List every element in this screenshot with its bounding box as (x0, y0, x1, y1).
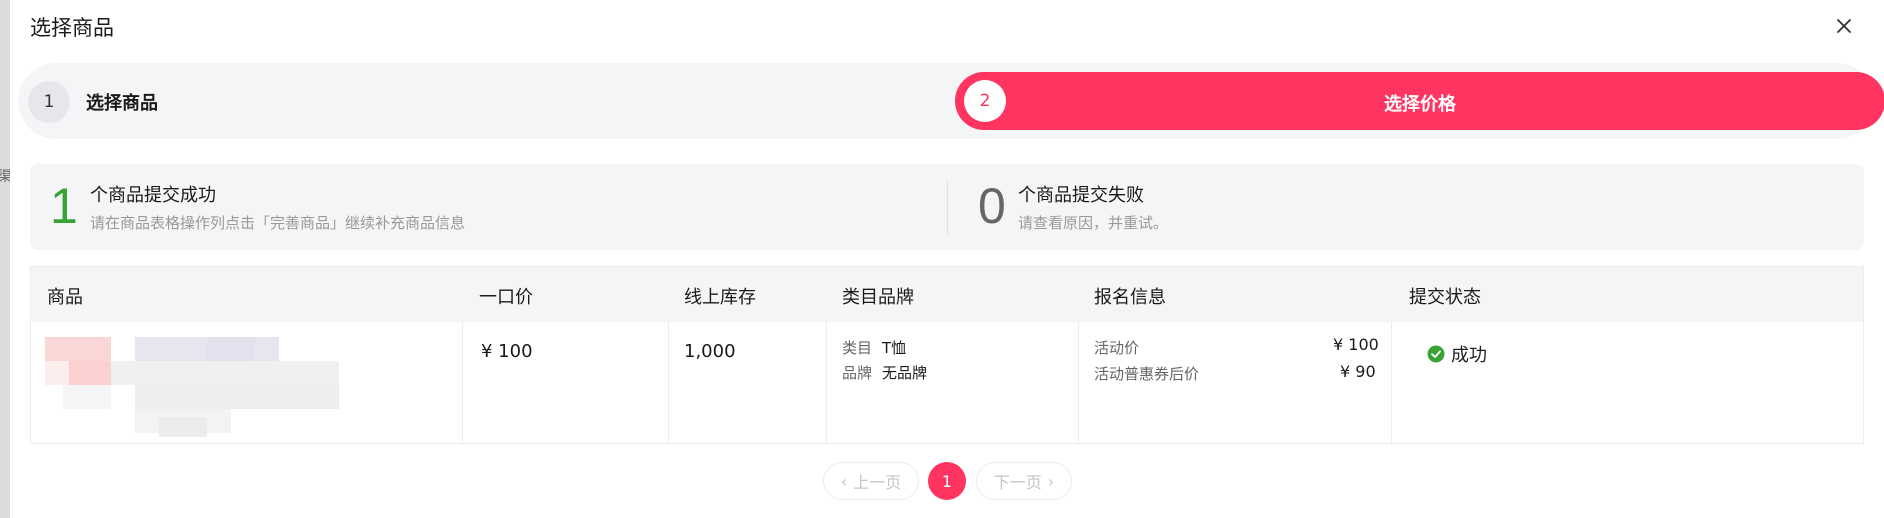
column-divider (1391, 322, 1392, 444)
failure-count: 0 (978, 178, 1006, 234)
activity-price-value: ¥ 100 (1333, 335, 1379, 354)
step-label: 选择价格 (1384, 94, 1456, 115)
background-overlay: 渠 (0, 0, 12, 518)
success-count: 1 (50, 178, 78, 234)
product-thumbnail (45, 337, 355, 441)
success-title: 个商品提交成功 (90, 185, 216, 206)
close-button[interactable] (1831, 13, 1857, 39)
header-stock: 线上库存 (684, 287, 756, 308)
step-number: 1 (28, 81, 70, 123)
page-1-button[interactable]: 1 (928, 462, 966, 500)
chevron-right-icon: › (1047, 471, 1055, 491)
check-circle-icon (1427, 345, 1445, 363)
stock-value: 1,000 (684, 341, 736, 362)
coupon-price-label: 活动普惠券后价 (1094, 365, 1200, 383)
success-subtitle: 请在商品表格操作列点击「完善商品」继续补充商品信息 (90, 214, 466, 232)
column-divider (826, 322, 827, 444)
column-divider (462, 322, 463, 444)
category-value: T恤 (882, 339, 907, 357)
step-select-product: 1 选择商品 (28, 81, 158, 123)
brand-value: 无品牌 (882, 364, 928, 382)
header-category-brand: 类目品牌 (842, 287, 914, 308)
submit-status: 成功 (1427, 341, 1487, 367)
close-icon (1837, 19, 1851, 33)
step-label: 选择商品 (86, 93, 158, 114)
summary-divider (947, 180, 948, 234)
product-table: 商品 一口价 线上库存 类目品牌 报名信息 提交状态 ¥ 100 1,000 类… (30, 266, 1864, 444)
category-label: 类目 (842, 339, 873, 357)
prev-page-button[interactable]: ‹ 上一页 (823, 462, 919, 500)
brand-label: 品牌 (842, 364, 873, 382)
next-page-label: 下一页 (993, 473, 1042, 492)
header-product: 商品 (47, 287, 83, 308)
activity-price-label: 活动价 (1094, 339, 1140, 357)
header-signup-info: 报名信息 (1094, 287, 1166, 308)
step-indicator: 1 选择商品 2 选择价格 (18, 63, 1884, 139)
submit-summary: 1 个商品提交成功 请在商品表格操作列点击「完善商品」继续补充商品信息 0 个商… (30, 164, 1864, 250)
prev-page-label: 上一页 (853, 473, 902, 492)
price-value: ¥ 100 (481, 341, 533, 362)
failure-subtitle: 请查看原因，并重试。 (1018, 214, 1169, 232)
header-price: 一口价 (479, 287, 533, 308)
select-product-modal: 选择商品 1 选择商品 2 选择价格 1 个商品提交成功 请在商品表格操作列点击… (10, 0, 1884, 518)
coupon-price-value: ¥ 90 (1340, 362, 1376, 381)
header-submit-status: 提交状态 (1409, 287, 1481, 308)
table-header: 商品 一口价 线上库存 类目品牌 报名信息 提交状态 (31, 267, 1863, 322)
next-page-button[interactable]: 下一页 › (976, 462, 1072, 500)
status-text: 成功 (1451, 345, 1487, 366)
column-divider (668, 322, 669, 444)
column-divider (1078, 322, 1079, 444)
step-select-price: 2 选择价格 (955, 72, 1884, 130)
modal-title: 选择商品 (30, 16, 114, 40)
chevron-left-icon: ‹ (840, 471, 848, 491)
failure-title: 个商品提交失败 (1018, 185, 1144, 206)
